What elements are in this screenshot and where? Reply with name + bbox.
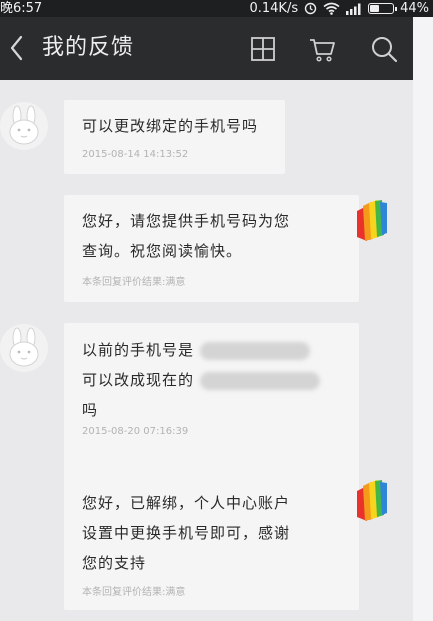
- scroll-edge: [413, 17, 433, 621]
- message-line: 查询。祝您阅读愉快。: [82, 242, 243, 260]
- rabbit-avatar-icon: [0, 102, 48, 150]
- message-time: 2015-08-20 07:16:39: [82, 426, 189, 437]
- message-line: 可以改成现在的: [82, 366, 320, 394]
- battery-fill: [370, 5, 380, 12]
- rating-result: 本条回复评价结果:满意: [82, 277, 186, 288]
- message-line: 以前的手机号是: [82, 336, 310, 364]
- status-time: 晚6:57: [0, 1, 43, 16]
- list-item: 可以更改绑定的手机号吗 2015-08-14 14:13:52: [64, 100, 285, 174]
- list-item: 您好，已解绑，个人中心账户 设置中更换手机号即可，感谢 您的支持 本条回复评价结…: [64, 475, 359, 610]
- chevron-left-icon[interactable]: [6, 33, 28, 63]
- redacted-number: [199, 371, 320, 390]
- rabbit-avatar-icon: [0, 324, 48, 372]
- redacted-number: [199, 341, 310, 360]
- list-item: 您好，请您提供手机号码为您 查询。祝您阅读愉快。 本条回复评价结果:满意: [64, 195, 359, 302]
- grid-icon[interactable]: [248, 34, 278, 64]
- feedback-list[interactable]: 可以更改绑定的手机号吗 2015-08-14 14:13:52 您好，请您提供手…: [0, 80, 413, 621]
- alarm-icon: [304, 2, 317, 15]
- message-line: 吗: [82, 401, 99, 419]
- rating-result: 本条回复评价结果:满意: [82, 587, 186, 598]
- cart-icon[interactable]: [307, 34, 337, 64]
- app-header: 我的反馈: [0, 17, 413, 80]
- search-icon[interactable]: [369, 34, 399, 64]
- book-logo-icon: [357, 480, 387, 521]
- page-title: 我的反馈: [42, 35, 135, 60]
- message-line: 您好，已解绑，个人中心账户: [82, 494, 291, 512]
- status-bar: 晚6:57 0.14K/s 44%: [0, 0, 433, 17]
- book-logo-icon: [357, 200, 387, 241]
- battery-percent: 44%: [400, 1, 429, 16]
- network-speed: 0.14K/s: [249, 1, 299, 16]
- message-line: 设置中更换手机号即可，感谢: [82, 524, 291, 542]
- message-line: 您好，请您提供手机号码为您: [82, 212, 291, 230]
- battery-icon: [368, 3, 398, 14]
- message-line-text: 以前的手机号是: [82, 341, 195, 359]
- signal-icon: [346, 3, 361, 15]
- message-time: 2015-08-14 14:13:52: [82, 149, 189, 160]
- status-right: 0.14K/s 44%: [249, 0, 429, 17]
- message-line: 您的支持: [82, 554, 147, 572]
- message-text: 可以更改绑定的手机号吗: [82, 117, 259, 135]
- message-line-text: 可以改成现在的: [82, 371, 195, 389]
- wifi-icon: [323, 2, 340, 15]
